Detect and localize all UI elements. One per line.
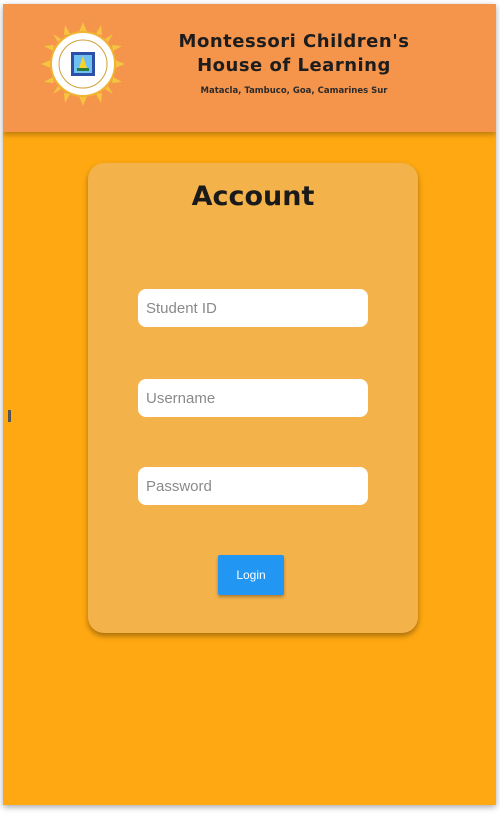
school-address: Matacla, Tambuco, Goa, Camarines Sur: [200, 86, 388, 96]
school-title-block: Montessori Children's House of Learning …: [135, 30, 453, 96]
school-seal-icon: [41, 22, 125, 106]
login-button[interactable]: Login: [218, 555, 284, 595]
card-title: Account: [191, 181, 315, 212]
password-input[interactable]: [138, 467, 368, 505]
app-screen: Montessori Children's House of Learning …: [3, 4, 496, 805]
header-bar: Montessori Children's House of Learning …: [3, 4, 496, 132]
school-name-line2: House of Learning: [197, 55, 391, 76]
edge-mark: [8, 410, 11, 422]
school-name-line1: Montessori Children's: [178, 31, 410, 52]
username-input[interactable]: [138, 379, 368, 417]
student-id-input[interactable]: [138, 289, 368, 327]
account-card: Account Login: [88, 163, 418, 633]
